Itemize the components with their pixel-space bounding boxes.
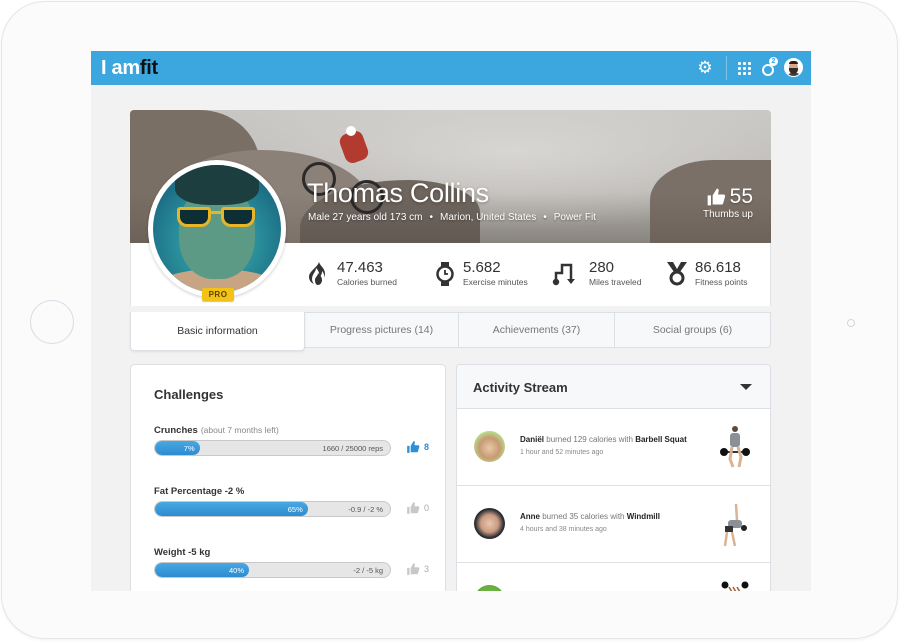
exercise-figure-icon	[721, 581, 749, 591]
like-count: 3	[424, 564, 430, 574]
thumbs-up-icon	[407, 563, 420, 575]
gear-icon[interactable]: ⚙	[696, 58, 714, 77]
progress-fill: 7%	[155, 441, 200, 455]
progress-goal: 1660 / 25000 reps	[322, 444, 383, 453]
thumbs-up-icon	[407, 441, 420, 453]
notification-badge: 2	[769, 57, 778, 66]
profile-location[interactable]: Marion, United States	[440, 212, 536, 223]
profile-meta: Male 27 years old 173 cm • Marion, United …	[308, 212, 596, 223]
stat-label: Miles traveled	[589, 277, 642, 287]
logo-text-fit: fit	[139, 57, 158, 79]
challenges-title: Challenges	[154, 387, 224, 402]
exercise-figure-icon	[720, 426, 750, 468]
stat-value: 47.463	[337, 259, 383, 276]
thumbs-up-icon	[407, 502, 420, 514]
profile-tabs: Basic information Progress pictures (14)…	[130, 312, 771, 351]
stat-value: 5.682	[463, 259, 501, 276]
stat-label: Calories burned	[337, 277, 398, 287]
thumbs-up-count: 55	[729, 185, 753, 208]
separator: •	[429, 212, 434, 223]
progress-fill: 65%	[155, 502, 308, 516]
tab-basic-information[interactable]: Basic information	[130, 312, 305, 351]
challenge-item[interactable]: Fat Percentage -2 % 65% -0.9 / -2 % 0	[154, 486, 434, 517]
activity-time: 4 hours and 38 minutes ago	[520, 526, 607, 533]
fire-icon	[308, 261, 330, 287]
thumbs-up-summary[interactable]: 55 Thumbs up	[703, 185, 753, 220]
activity-text: Daniël burned 129 calories with Barbell …	[520, 435, 687, 444]
dropdown-caret-icon[interactable]	[740, 384, 752, 390]
progress-goal: -0.9 / -2 %	[348, 505, 383, 514]
like-button[interactable]: 3	[406, 562, 429, 576]
profile-card: Thomas Collins Male 27 years old 173 cm •…	[130, 110, 771, 351]
challenges-panel: Challenges Crunches (about 7 months left)…	[130, 364, 446, 591]
activity-item[interactable]: Daniël burned 129 calories with Barbell …	[457, 409, 770, 486]
progress-bar: 65% -0.9 / -2 %	[154, 501, 391, 517]
home-button[interactable]	[30, 300, 74, 344]
activity-stream-panel: Activity Stream Daniël burned 129 calori…	[456, 364, 771, 591]
tab-social-groups[interactable]: Social groups (6)	[614, 312, 771, 348]
thumbs-up-icon	[707, 188, 725, 206]
like-button[interactable]: 0	[406, 501, 429, 515]
separator: •	[543, 212, 547, 223]
like-count: 0	[424, 503, 430, 513]
pro-badge: PRO	[202, 288, 234, 301]
stat-fitness-points: 86.618 Fitness points	[666, 260, 747, 287]
progress-goal: -2 / -5 kg	[353, 566, 383, 575]
notification-icon[interactable]: 2	[759, 57, 778, 77]
thumbs-up-label: Thumbs up	[702, 209, 753, 220]
avatar[interactable]	[474, 508, 505, 539]
avatar[interactable]	[474, 585, 505, 591]
activity-title: Activity Stream	[473, 380, 568, 395]
top-bar: I amfit ⚙ 2	[91, 51, 811, 85]
camera	[847, 319, 855, 327]
profile-avatar[interactable]: PRO	[148, 160, 286, 301]
medal-icon	[666, 261, 688, 287]
activity-item[interactable]: Anne burned 35 calories with Windmill 4 …	[457, 486, 770, 563]
app-logo[interactable]: I amfit	[101, 57, 158, 80]
divider	[726, 56, 727, 80]
activity-text: Anne burned 35 calories with Windmill	[520, 512, 660, 521]
user-avatar[interactable]	[784, 58, 803, 77]
stat-exercise-minutes: 5.682 Exercise minutes	[434, 260, 528, 287]
activity-time: 1 hour and 52 minutes ago	[520, 449, 604, 456]
like-button[interactable]: 8	[406, 440, 429, 454]
like-count: 8	[424, 442, 430, 452]
logo-text-iam: I am	[101, 57, 140, 79]
profile-details: Male 27 years old 173 cm	[308, 212, 423, 223]
grid-icon[interactable]	[735, 59, 753, 77]
stat-miles: 280 Miles traveled	[552, 260, 641, 287]
stat-label: Fitness points	[695, 277, 748, 287]
stat-value: 86.618	[695, 259, 741, 276]
watch-icon	[434, 261, 456, 287]
tab-achievements[interactable]: Achievements (37)	[458, 312, 615, 348]
exercise-figure-icon	[723, 503, 747, 547]
tab-progress-pictures[interactable]: Progress pictures (14)	[304, 312, 459, 348]
profile-plan[interactable]: Power Fit	[554, 212, 596, 223]
challenge-item[interactable]: Crunches (about 7 months left) 7% 1660 / …	[154, 425, 434, 456]
challenge-title: Weight -5 kg	[154, 547, 211, 558]
route-icon	[552, 261, 582, 287]
progress-fill: 40%	[155, 563, 249, 577]
challenge-title: Crunches (about 7 months left)	[154, 425, 279, 436]
avatar[interactable]	[474, 431, 505, 462]
stat-value: 280	[589, 259, 615, 276]
stat-label: Exercise minutes	[463, 277, 528, 287]
challenge-title: Fat Percentage -2 %	[154, 486, 245, 497]
app-screen: I amfit ⚙ 2 Thomas Collins Male 27 years…	[91, 51, 811, 591]
progress-bar: 40% -2 / -5 kg	[154, 562, 391, 578]
progress-bar: 7% 1660 / 25000 reps	[154, 440, 391, 456]
activity-header: Activity Stream	[457, 365, 770, 409]
activity-item[interactable]	[457, 563, 770, 591]
challenge-item[interactable]: Weight -5 kg 40% -2 / -5 kg 3	[154, 547, 434, 578]
stat-calories: 47.463 Calories burned	[308, 260, 397, 287]
profile-name: Thomas Collins	[307, 178, 489, 208]
